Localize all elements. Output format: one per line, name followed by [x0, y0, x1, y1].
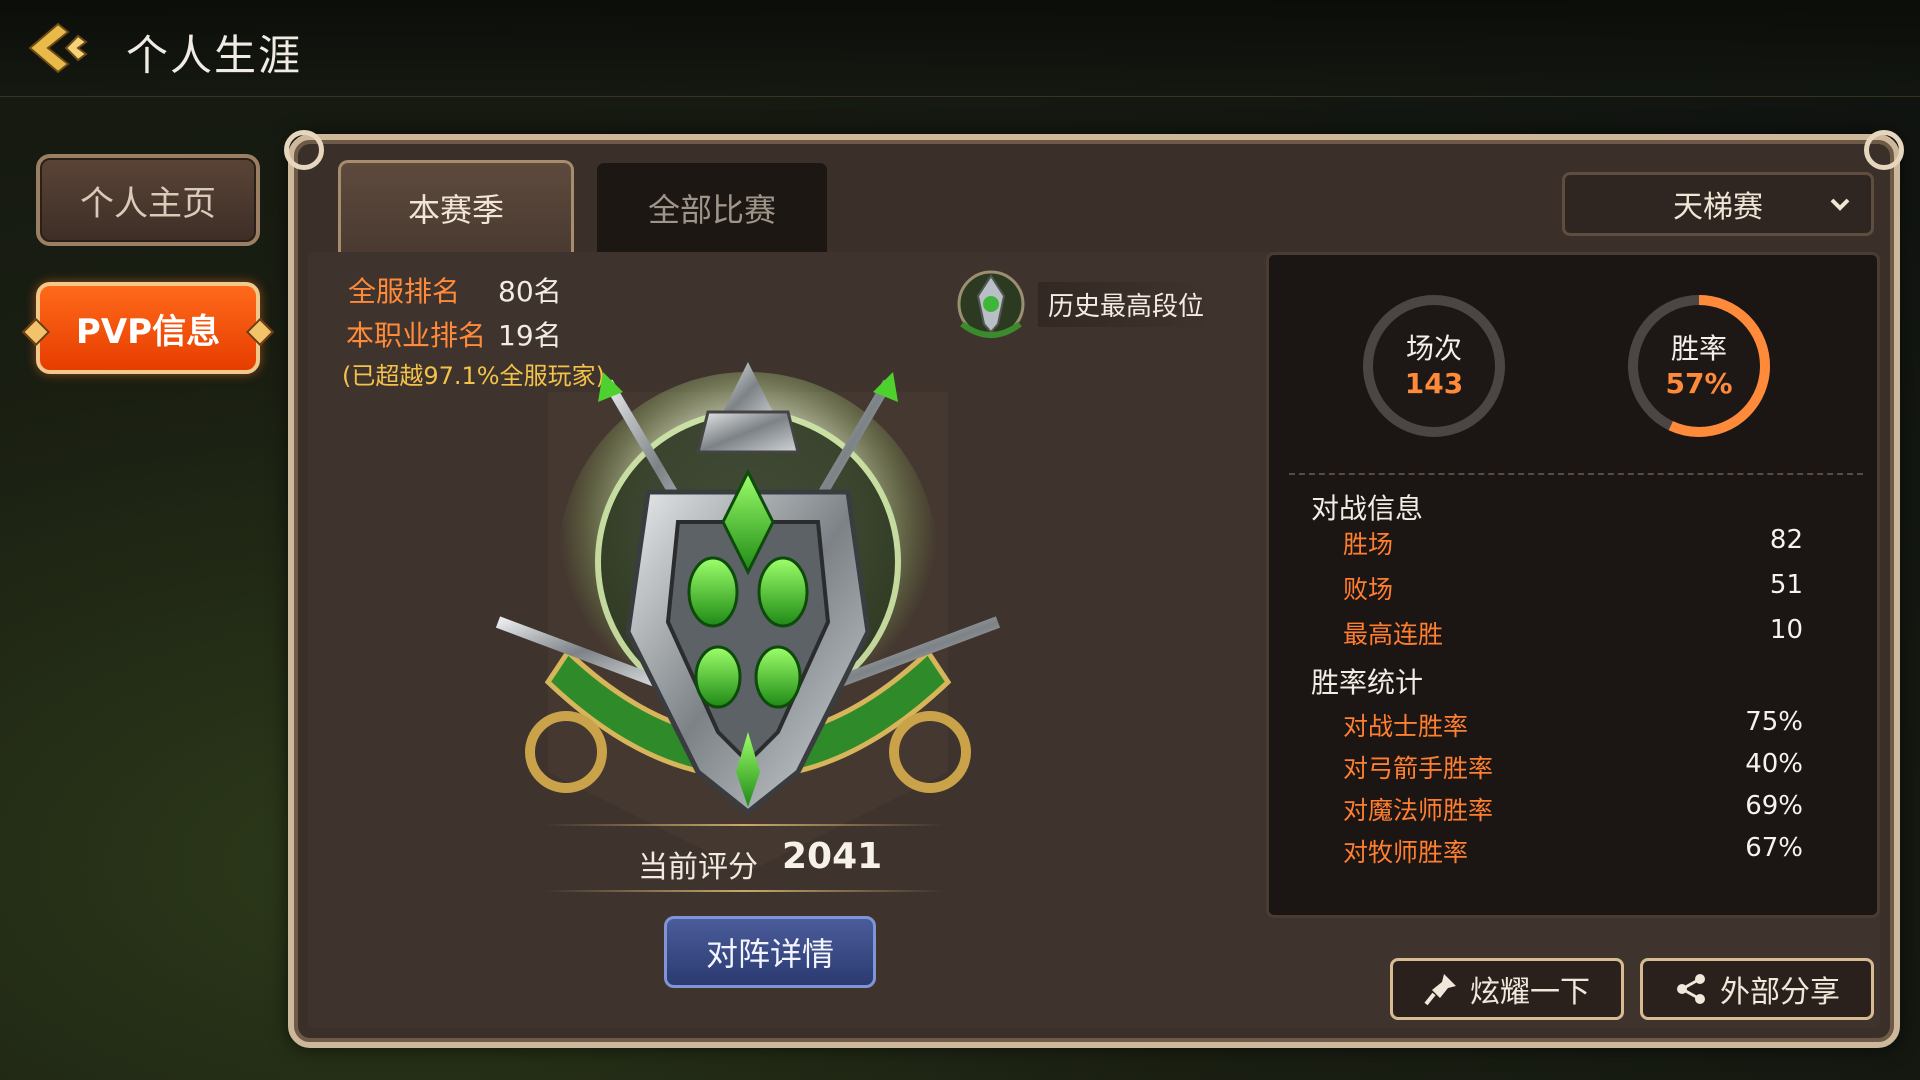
rank-badge-icon[interactable] — [948, 266, 1034, 348]
pin-icon — [1424, 974, 1456, 1006]
server-rank-value: 80名 — [498, 275, 562, 308]
matches-value: 143 — [1404, 367, 1464, 400]
show-off-button[interactable]: 炫耀一下 — [1390, 958, 1624, 1020]
career-panel: 本赛季 全部比赛 天梯赛 全服排名 80名 本职业排名 19名 (已超越97.1… — [284, 130, 1904, 1048]
matches-title: 场次 — [1405, 332, 1462, 365]
stat-label: 胜场 — [1343, 530, 1394, 559]
diamond-ornament-icon — [21, 317, 51, 347]
sidebar-item-home[interactable]: 个人主页 — [36, 154, 260, 246]
current-score-value: 2041 — [782, 836, 883, 877]
page-title: 个人生涯 — [126, 31, 303, 80]
sidebar-item-pvp[interactable]: PVP信息 — [21, 282, 275, 374]
share-button[interactable]: 外部分享 — [1640, 958, 1874, 1020]
share-label: 外部分享 — [1720, 975, 1840, 1010]
diamond-ornament-icon — [245, 317, 275, 347]
tab-all-matches[interactable]: 全部比赛 — [594, 160, 830, 252]
dropdown-selected: 天梯赛 — [1673, 190, 1763, 225]
content-area: 全服排名 80名 本职业排名 19名 (已超越97.1%全服玩家) 历史最高段位 — [308, 252, 1880, 1028]
stat-value: 67% — [1745, 833, 1803, 863]
sidebar-item-label: PVP信息 — [75, 311, 221, 352]
server-rank-label: 全服排名 — [348, 275, 461, 308]
chevron-down-icon — [1830, 198, 1850, 211]
stats-panel: 场次 143 胜率 57% 对战信息 胜场 82 败场 51 最高连胜 10 胜… — [1266, 252, 1880, 918]
show-off-label: 炫耀一下 — [1470, 975, 1590, 1010]
top-bar: 个人生涯 — [0, 0, 1920, 97]
current-score-label: 当前评分 — [638, 850, 758, 885]
tab-season[interactable]: 本赛季 — [338, 160, 574, 252]
back-arrow-icon[interactable] — [24, 20, 100, 76]
stat-label: 对牧师胜率 — [1343, 838, 1469, 867]
stat-value: 82 — [1769, 525, 1803, 555]
battle-info-title: 对战信息 — [1311, 492, 1424, 525]
corner-ornament-icon — [284, 130, 324, 170]
tier-emblem-icon — [495, 362, 1001, 872]
class-rank-value: 19名 — [498, 319, 562, 352]
stat-label: 对战士胜率 — [1343, 712, 1469, 741]
winrate-value: 57% — [1665, 367, 1733, 400]
history-highest-tier-label: 历史最高段位 — [1038, 282, 1215, 327]
stat-label: 最高连胜 — [1343, 620, 1444, 649]
mode-dropdown[interactable]: 天梯赛 — [1562, 172, 1874, 236]
winrate-title: 胜率 — [1670, 332, 1727, 365]
stat-value: 75% — [1745, 707, 1803, 737]
stat-value: 10 — [1769, 615, 1803, 645]
stat-label: 对魔法师胜率 — [1343, 796, 1494, 825]
share-icon — [1677, 974, 1705, 1004]
match-details-button[interactable]: 对阵详情 — [664, 916, 876, 988]
corner-ornament-icon — [1864, 130, 1904, 170]
score-divider-bottom — [544, 890, 944, 892]
stat-label: 对弓箭手胜率 — [1343, 754, 1494, 783]
stat-value: 51 — [1769, 570, 1803, 600]
class-rank-label: 本职业排名 — [346, 319, 487, 352]
section-divider — [1289, 473, 1863, 475]
winrate-stats-title: 胜率统计 — [1311, 666, 1424, 699]
stat-value: 40% — [1745, 749, 1803, 779]
stat-value: 69% — [1745, 791, 1803, 821]
score-divider-top — [544, 824, 944, 826]
stat-label: 败场 — [1343, 575, 1394, 604]
